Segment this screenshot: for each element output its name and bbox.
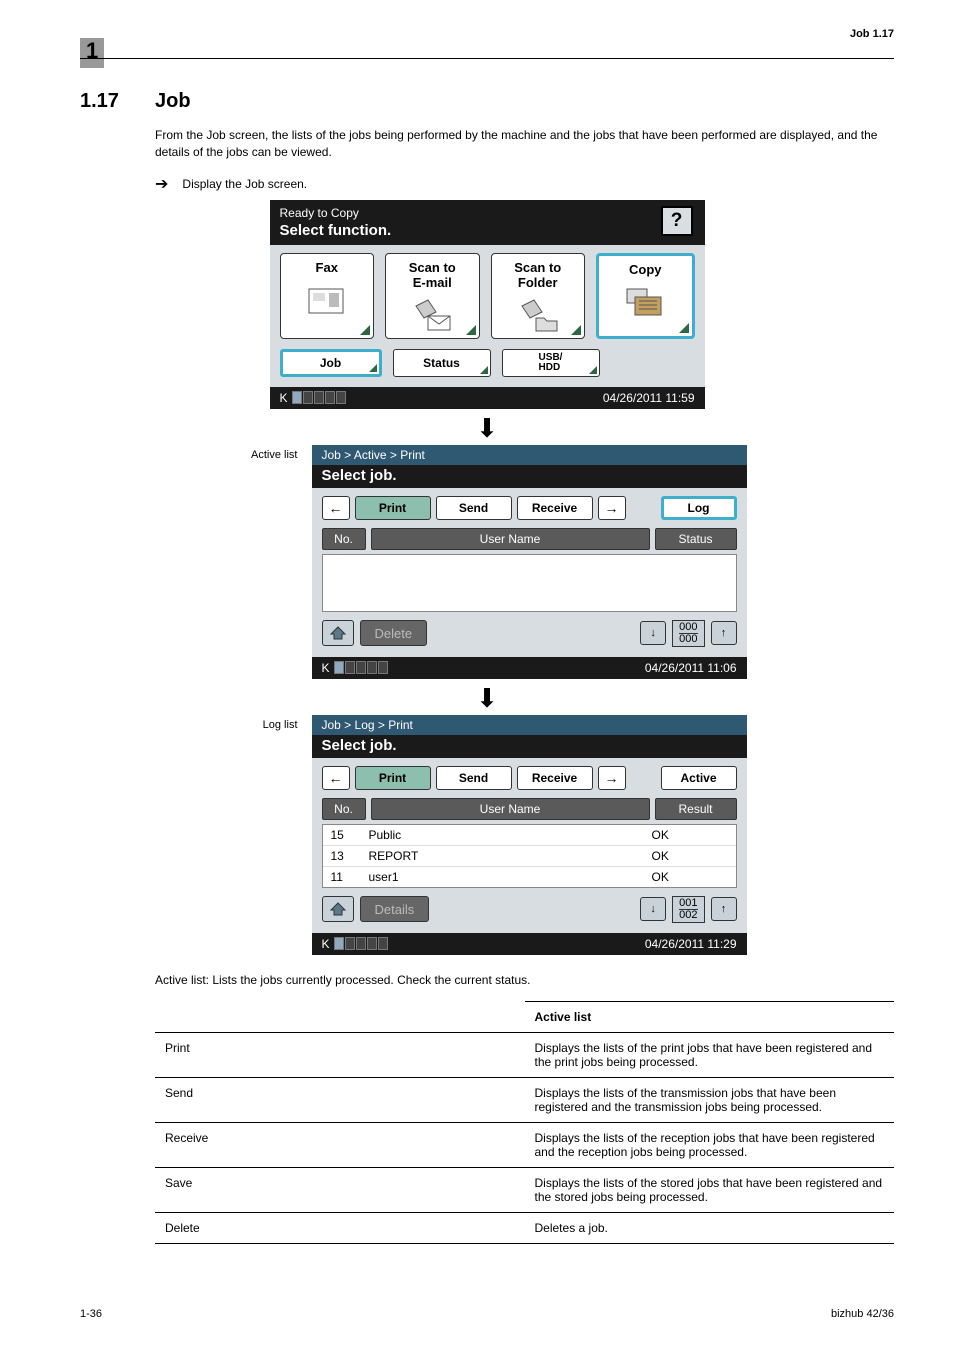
col-user-name: User Name <box>371 528 650 550</box>
panel1-title: Ready to Copy <box>270 200 705 222</box>
panel1-datetime: 04/26/2011 11:59 <box>603 391 695 405</box>
toner-indicator: K <box>280 391 346 405</box>
panel3-subtitle: Select job. <box>312 735 747 758</box>
scan-folder-icon <box>514 298 562 334</box>
col-no: No. <box>322 528 366 550</box>
chapter-tab: 1 <box>80 38 104 68</box>
home-icon <box>329 901 347 917</box>
tab-log[interactable]: Log <box>661 496 737 520</box>
help-button[interactable]: ? <box>661 206 693 236</box>
details-button[interactable]: Details <box>360 896 430 922</box>
tab-receive[interactable]: Receive <box>517 766 593 790</box>
usb-hdd-button[interactable]: USB/ HDD <box>502 349 600 377</box>
home-button[interactable] <box>322 896 354 922</box>
section-title: Job <box>155 90 191 113</box>
table-header-active-list: Active list <box>525 1001 895 1032</box>
step-text: Display the Job screen. <box>182 176 307 193</box>
panel2-datetime: 04/26/2011 11:06 <box>645 661 737 675</box>
panel2-subtitle: Select job. <box>312 465 747 488</box>
table-row: ReceiveDisplays the lists of the recepti… <box>155 1122 894 1167</box>
panel1-subtitle: Select function. <box>270 222 705 245</box>
page-counter: 001002 <box>672 896 704 923</box>
col-result: Result <box>655 798 737 820</box>
log-list-label: Log list <box>228 715 312 955</box>
scan-to-folder-button[interactable]: Scan to Folder <box>491 253 586 339</box>
nav-right-button[interactable]: → <box>598 766 626 790</box>
page-up-button[interactable]: ↑ <box>711 897 737 921</box>
table-row: SendDisplays the lists of the transmissi… <box>155 1077 894 1122</box>
table-row[interactable]: 13REPORTOK <box>323 846 736 867</box>
scan-to-email-button[interactable]: Scan to E-mail <box>385 253 480 339</box>
page-number: 1-36 <box>80 1308 102 1320</box>
section-number: 1.17 <box>80 90 155 113</box>
page-header-right: Job 1.17 <box>850 28 894 40</box>
nav-left-button[interactable]: ← <box>322 496 350 520</box>
tab-print[interactable]: Print <box>355 496 431 520</box>
down-arrow-icon: ⬇ <box>80 685 894 711</box>
table-row[interactable]: 11user1OK <box>323 867 736 887</box>
tab-send[interactable]: Send <box>436 766 512 790</box>
down-arrow-icon: ⬇ <box>80 415 894 441</box>
col-status: Status <box>655 528 737 550</box>
panel3-data-area: 15PublicOK 13REPORTOK 11user1OK <box>322 824 737 888</box>
job-button[interactable]: Job <box>280 349 382 377</box>
active-list-description: Active list: Lists the jobs currently pr… <box>155 973 894 987</box>
home-button[interactable] <box>322 620 354 646</box>
table-row: PrintDisplays the lists of the print job… <box>155 1032 894 1077</box>
panel-active-list: Job > Active > Print Select job. ← Print… <box>312 445 747 679</box>
fax-button[interactable]: Fax <box>280 253 375 339</box>
scan-email-icon <box>408 298 456 334</box>
copy-icon <box>621 285 669 321</box>
table-row: SaveDisplays the lists of the stored job… <box>155 1167 894 1212</box>
active-list-table: Active list PrintDisplays the lists of t… <box>155 1001 894 1244</box>
panel-function-select: Ready to Copy Select function. ? Fax Sca… <box>270 200 705 409</box>
fax-icon <box>303 283 351 319</box>
tab-receive[interactable]: Receive <box>517 496 593 520</box>
panel2-breadcrumb: Job > Active > Print <box>312 445 747 465</box>
active-list-label: Active list <box>228 445 312 679</box>
delete-button[interactable]: Delete <box>360 620 428 646</box>
panel3-breadcrumb: Job > Log > Print <box>312 715 747 735</box>
home-icon <box>329 625 347 641</box>
nav-left-button[interactable]: ← <box>322 766 350 790</box>
col-user-name: User Name <box>371 798 650 820</box>
page-up-button[interactable]: ↑ <box>711 621 737 645</box>
copy-button[interactable]: Copy <box>596 253 695 339</box>
tab-print[interactable]: Print <box>355 766 431 790</box>
tab-send[interactable]: Send <box>436 496 512 520</box>
page-down-button[interactable]: ↓ <box>640 621 666 645</box>
model-name: bizhub 42/36 <box>831 1308 894 1320</box>
table-row: DeleteDeletes a job. <box>155 1212 894 1243</box>
nav-right-button[interactable]: → <box>598 496 626 520</box>
step-arrow-icon: ➔ <box>155 176 168 194</box>
table-row[interactable]: 15PublicOK <box>323 825 736 846</box>
toner-indicator: K <box>322 661 388 675</box>
page-down-button[interactable]: ↓ <box>640 897 666 921</box>
col-no: No. <box>322 798 366 820</box>
intro-text: From the Job screen, the lists of the jo… <box>155 127 894 162</box>
page-counter: 000000 <box>672 620 704 647</box>
panel3-datetime: 04/26/2011 11:29 <box>645 937 737 951</box>
tab-active[interactable]: Active <box>661 766 737 790</box>
status-button[interactable]: Status <box>393 349 491 377</box>
panel-log-list: Job > Log > Print Select job. ← Print Se… <box>312 715 747 955</box>
panel2-data-area <box>322 554 737 612</box>
toner-indicator: K <box>322 937 388 951</box>
